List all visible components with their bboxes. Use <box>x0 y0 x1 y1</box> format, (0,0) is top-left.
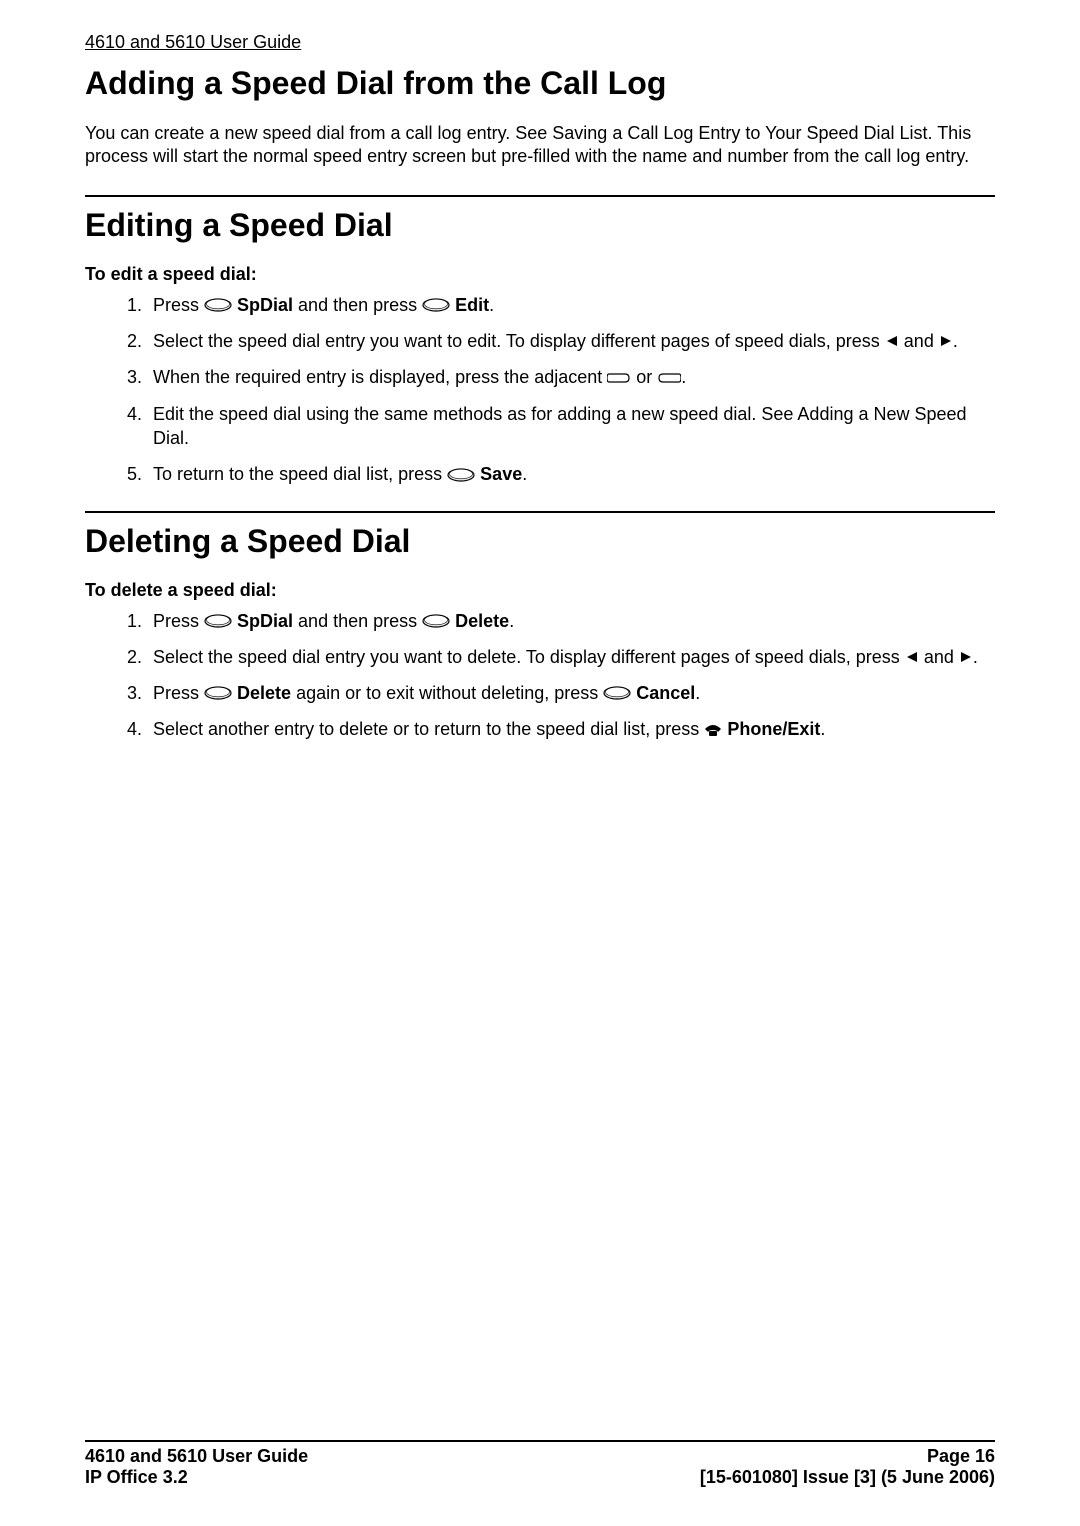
text: . <box>695 683 700 703</box>
label: Cancel <box>636 683 695 703</box>
footer-right-2: [15-601080] Issue [3] (5 June 2006) <box>700 1467 995 1488</box>
arrow-left-icon <box>905 650 919 664</box>
text: . <box>509 611 514 631</box>
list-item: Press Delete again or to exit without de… <box>147 681 995 705</box>
label: Edit <box>455 295 489 315</box>
label: Delete <box>237 683 291 703</box>
text: . <box>973 647 978 667</box>
section2-subheading: To edit a speed dial: <box>85 264 995 285</box>
label: SpDial <box>237 611 293 631</box>
section2-title: Editing a Speed Dial <box>85 207 995 244</box>
label: SpDial <box>237 295 293 315</box>
footer-left-2: IP Office 3.2 <box>85 1467 188 1488</box>
text: and then press <box>293 611 422 631</box>
divider <box>85 195 995 197</box>
list-item: Select another entry to delete or to ret… <box>147 717 995 741</box>
text: . <box>522 464 527 484</box>
arrow-left-icon <box>885 334 899 348</box>
arrow-right-icon <box>959 650 973 664</box>
text: Select another entry to delete or to ret… <box>153 719 704 739</box>
footer-rule <box>85 1440 995 1442</box>
text: When the required entry is displayed, pr… <box>153 367 607 387</box>
page-footer: 4610 and 5610 User Guide Page 16 IP Offi… <box>85 1440 995 1488</box>
text: Edit the speed dial using the same metho… <box>153 404 967 448</box>
text: and <box>919 647 959 667</box>
section3-steps: Press SpDial and then press Delete. Sele… <box>147 609 995 742</box>
text: Press <box>153 295 204 315</box>
list-item: Edit the speed dial using the same metho… <box>147 402 995 451</box>
text: . <box>489 295 494 315</box>
list-item: Press SpDial and then press Edit. <box>147 293 995 317</box>
text: again or to exit without deleting, press <box>291 683 603 703</box>
softkey-icon <box>603 686 631 700</box>
softkey-icon <box>447 468 475 482</box>
section1-body: You can create a new speed dial from a c… <box>85 122 995 169</box>
running-header: 4610 and 5610 User Guide <box>85 32 995 55</box>
text: . <box>681 367 686 387</box>
label: Phone/Exit <box>727 719 820 739</box>
display-key-right-icon <box>607 372 631 384</box>
section3-subheading: To delete a speed dial: <box>85 580 995 601</box>
text: Press <box>153 611 204 631</box>
display-key-left-icon <box>657 372 681 384</box>
arrow-right-icon <box>939 334 953 348</box>
footer-right-1: Page 16 <box>927 1446 995 1467</box>
text: and then press <box>293 295 422 315</box>
list-item: Select the speed dial entry you want to … <box>147 645 995 669</box>
text: . <box>953 331 958 351</box>
text: or <box>631 367 657 387</box>
divider <box>85 511 995 513</box>
phone-icon <box>704 723 722 737</box>
section2-steps: Press SpDial and then press Edit. Select… <box>147 293 995 487</box>
text: . <box>820 719 825 739</box>
text: Select the speed dial entry you want to … <box>153 331 885 351</box>
softkey-icon <box>204 614 232 628</box>
footer-left-1: 4610 and 5610 User Guide <box>85 1446 308 1467</box>
text: To return to the speed dial list, press <box>153 464 447 484</box>
softkey-icon <box>204 298 232 312</box>
section1-title: Adding a Speed Dial from the Call Log <box>85 65 995 102</box>
list-item: When the required entry is displayed, pr… <box>147 365 995 389</box>
softkey-icon <box>422 614 450 628</box>
section3-title: Deleting a Speed Dial <box>85 523 995 560</box>
label: Save <box>480 464 522 484</box>
text: Select the speed dial entry you want to … <box>153 647 905 667</box>
list-item: To return to the speed dial list, press … <box>147 462 995 486</box>
label: Delete <box>455 611 509 631</box>
list-item: Select the speed dial entry you want to … <box>147 329 995 353</box>
text: Press <box>153 683 204 703</box>
list-item: Press SpDial and then press Delete. <box>147 609 995 633</box>
softkey-icon <box>204 686 232 700</box>
text: and <box>899 331 939 351</box>
softkey-icon <box>422 298 450 312</box>
